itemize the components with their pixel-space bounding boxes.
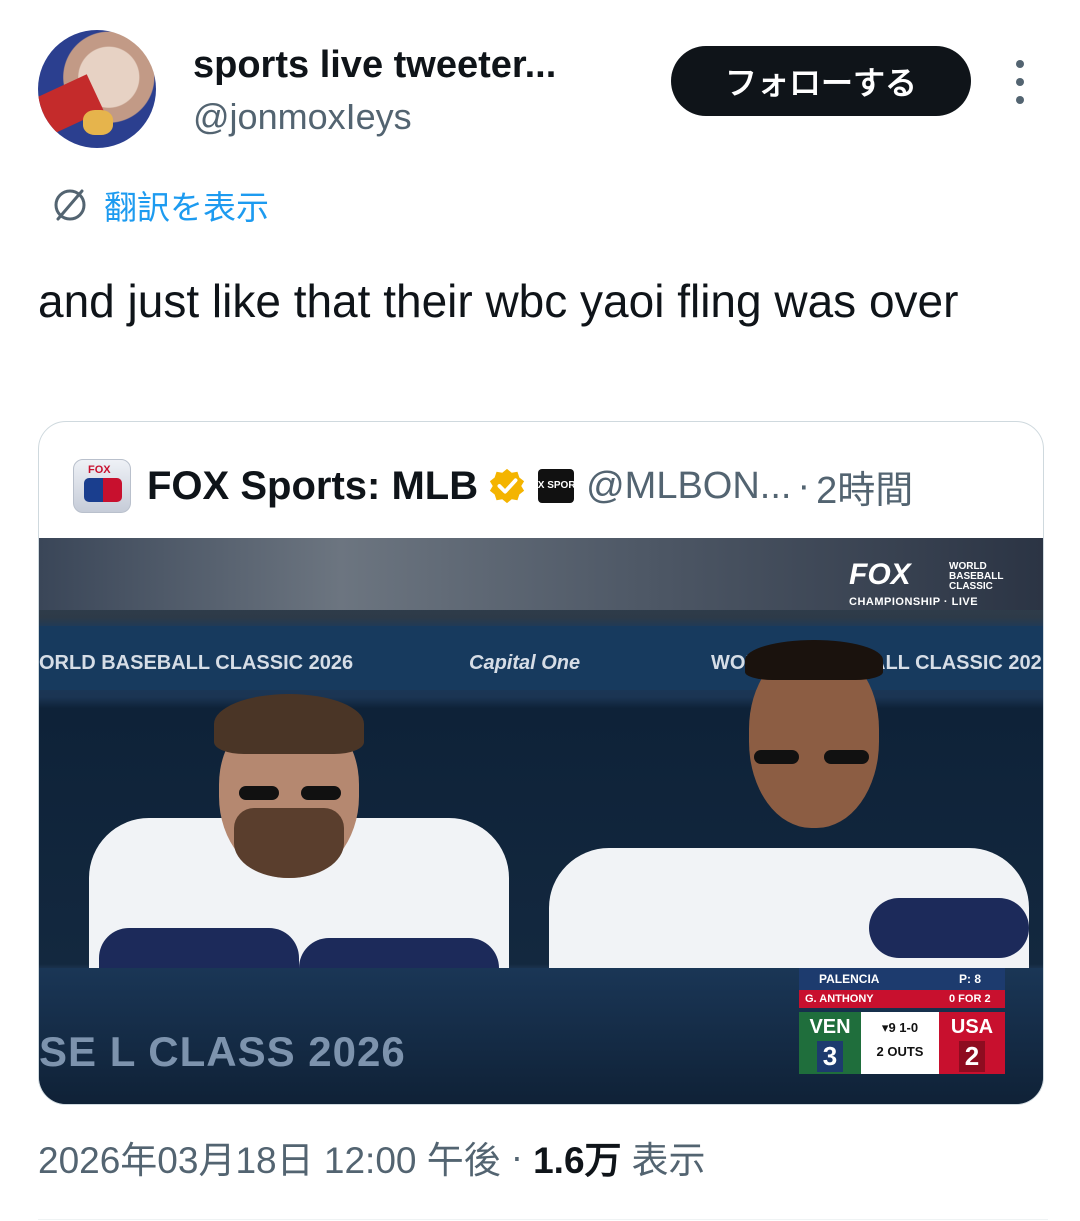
scorebug-home: USA 2 bbox=[939, 1012, 1005, 1074]
fox-sports-badge-icon: FOX SPORTS bbox=[524, 469, 588, 503]
quote-avatar[interactable]: FOX bbox=[73, 459, 131, 513]
tweet-text: and just like that their wbc yaoi fling … bbox=[38, 275, 959, 327]
translate-link[interactable]: 翻訳を表示 bbox=[50, 183, 269, 227]
fox-bug-live: CHAMPIONSHIP · LIVE bbox=[849, 596, 979, 608]
divider bbox=[38, 1219, 1048, 1220]
quote-photo[interactable]: ORLD BASEBALL CLASSIC 2026 Capital One W… bbox=[39, 538, 1043, 1104]
scorebug-away: VEN 3 bbox=[799, 1012, 861, 1074]
avatar[interactable] bbox=[38, 30, 156, 148]
scorebug-batter-row: PALENCIA P: 8 bbox=[799, 968, 1005, 990]
follow-button[interactable]: フォローする bbox=[671, 46, 971, 116]
author-handle[interactable]: @jonmoxIeys bbox=[193, 96, 412, 138]
scorebug-batter: PALENCIA bbox=[819, 972, 880, 986]
globe-icon bbox=[54, 189, 86, 221]
scorebug-score-row: VEN 3 ▾9 1-0 2 OUTS USA 2 bbox=[799, 1012, 1005, 1074]
quote-header: FOX FOX Sports: MLB FOX SPORTS @MLBON...… bbox=[73, 458, 913, 514]
scorebug-pitcher-stat: 0 FOR 2 bbox=[949, 993, 991, 1005]
scorebug-batter-stat: P: 8 bbox=[959, 972, 982, 986]
verified-badge-icon bbox=[489, 468, 525, 504]
quote-author-handle: @MLBON... bbox=[586, 464, 792, 507]
player-left bbox=[69, 688, 529, 1048]
scorebug: PALENCIA P: 8 G. ANTHONY 0 FOR 2 VEN 3 ▾… bbox=[799, 968, 1009, 1083]
fox-bug-wbc: WORLD BASEBALL CLASSIC bbox=[949, 561, 1004, 592]
player-right bbox=[509, 640, 1029, 1028]
tweet-header: sports live tweeter... @jonmoxIeys フォローす… bbox=[38, 30, 1048, 160]
quote-separator: · bbox=[797, 464, 811, 507]
away-score: 3 bbox=[816, 1041, 844, 1072]
scorebug-pitcher: G. ANTHONY bbox=[805, 993, 874, 1005]
scorebug-pitcher-row: G. ANTHONY 0 FOR 2 bbox=[799, 990, 1005, 1008]
home-team: USA bbox=[950, 1016, 994, 1038]
fox-broadcast-bug: FOX WORLD BASEBALL CLASSIC CHAMPIONSHIP … bbox=[849, 558, 1039, 613]
mlb-logo-icon bbox=[84, 478, 122, 502]
scorebug-state: ▾9 1-0 2 OUTS bbox=[861, 1012, 939, 1074]
footer-separator: · bbox=[510, 1136, 524, 1177]
wall-text: SE L CLASS 2026 bbox=[39, 1028, 406, 1075]
quote-author-name: FOX Sports: MLB bbox=[147, 463, 479, 508]
views-count: 1.6万 bbox=[533, 1140, 622, 1181]
quoted-tweet[interactable]: FOX FOX Sports: MLB FOX SPORTS @MLBON...… bbox=[38, 421, 1044, 1105]
away-team: VEN bbox=[809, 1016, 851, 1038]
tweet-timestamp[interactable]: 2026年03月18日 12:00 午後 bbox=[38, 1130, 501, 1184]
banner-text-left: ORLD BASEBALL CLASSIC 2026 bbox=[39, 652, 354, 674]
scorebug-outs: 2 OUTS bbox=[876, 1044, 924, 1059]
translate-label: 翻訳を表示 bbox=[104, 189, 269, 226]
quote-time: 2時間 bbox=[816, 469, 914, 512]
fox-bug-logo: FOX bbox=[849, 558, 911, 591]
quote-avatar-text: FOX bbox=[88, 464, 111, 476]
author-display-name[interactable]: sports live tweeter... bbox=[193, 44, 556, 87]
avatar-medal-detail bbox=[83, 110, 113, 135]
views-label: 表示 bbox=[631, 1140, 706, 1181]
scorebug-inning: ▾9 1-0 bbox=[881, 1020, 919, 1035]
home-score: 2 bbox=[958, 1041, 986, 1072]
tweet-footer: 2026年03月18日 12:00 午後 · 1.6万 表示 bbox=[38, 1132, 706, 1182]
more-vertical-icon[interactable] bbox=[1013, 60, 1027, 104]
